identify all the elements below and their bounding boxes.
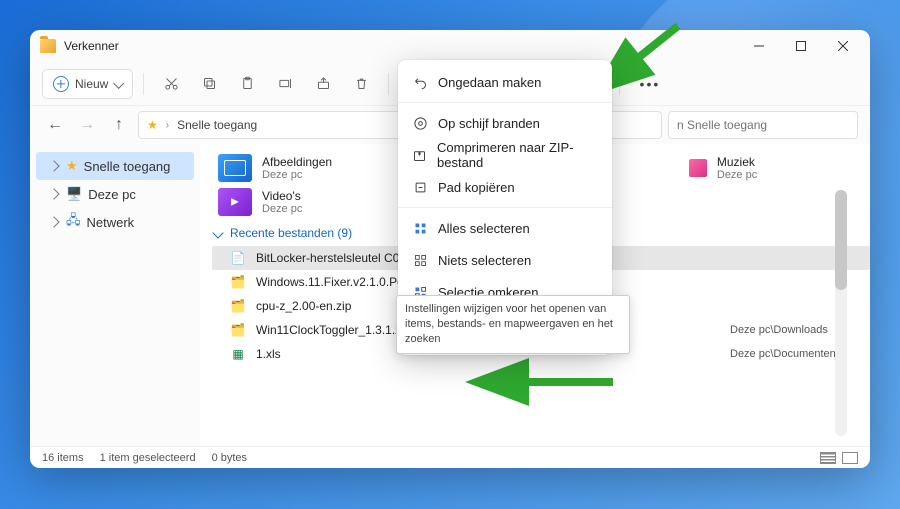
chevron-down-icon: [113, 77, 124, 88]
tooltip-text: Instellingen wijzigen voor het openen va…: [405, 303, 613, 345]
sidebar-item-network[interactable]: 🖧 Netwerk: [30, 208, 200, 236]
videos-icon: [218, 188, 252, 216]
menu-item-label: Ongedaan maken: [438, 75, 541, 90]
menu-item-select-none[interactable]: Niets selecteren: [398, 244, 612, 276]
menu-item-select-all[interactable]: Alles selecteren: [398, 212, 612, 244]
menu-item-undo[interactable]: Ongedaan maken: [398, 66, 612, 98]
excel-file-icon: ▦: [230, 346, 246, 362]
folder-item[interactable]: Afbeeldingen Deze pc: [218, 154, 399, 182]
pc-icon: 🖥️: [66, 186, 82, 202]
folder-sub: Deze pc: [262, 203, 302, 215]
sidebar-item-quick-access[interactable]: ★ Snelle toegang: [36, 152, 194, 180]
status-count: 16 items: [42, 452, 84, 464]
menu-item-label: Comprimeren naar ZIP-bestand: [437, 140, 598, 170]
new-button-label: Nieuw: [75, 77, 108, 91]
copy-path-icon: [412, 179, 428, 195]
maximize-button[interactable]: [780, 30, 822, 62]
menu-item-burn[interactable]: Op schijf branden: [398, 107, 612, 139]
menu-item-label: Alles selecteren: [438, 221, 530, 236]
status-size: 0 bytes: [212, 452, 247, 464]
highlight-arrow-icon: [608, 21, 688, 81]
folder-name: Afbeeldingen: [262, 155, 332, 169]
folder-item[interactable]: Video's Deze pc: [218, 188, 408, 216]
select-none-icon: [412, 252, 428, 268]
cut-button[interactable]: [154, 69, 188, 99]
highlight-arrow-icon: [503, 370, 623, 400]
chevron-right-icon: ›: [166, 120, 169, 131]
forward-button[interactable]: →: [74, 112, 100, 138]
titlebar: Verkenner: [30, 30, 870, 62]
file-location: Deze pc\Documenten: [730, 348, 870, 360]
chevron-right-icon: [48, 160, 59, 171]
menu-item-label: Op schijf branden: [438, 116, 540, 131]
rename-button[interactable]: [268, 69, 302, 99]
sidebar-item-label: Netwerk: [87, 215, 135, 230]
status-selected: 1 item geselecteerd: [100, 452, 196, 464]
folder-icon: [40, 39, 56, 53]
chevron-down-icon: [212, 227, 223, 238]
menu-item-compress[interactable]: Comprimeren naar ZIP-bestand: [398, 139, 612, 171]
file-location: Deze pc\Downloads: [730, 324, 870, 336]
sidebar-item-label: Snelle toegang: [84, 159, 171, 174]
breadcrumb: Snelle toegang: [177, 118, 257, 132]
chevron-right-icon: [48, 216, 59, 227]
copy-button[interactable]: [192, 69, 226, 99]
details-view-button[interactable]: [820, 452, 836, 464]
window-title: Verkenner: [64, 39, 119, 53]
folder-name: Video's: [262, 189, 302, 203]
up-button[interactable]: ↑: [106, 112, 132, 138]
menu-item-label: Pad kopiëren: [438, 180, 515, 195]
undo-icon: [412, 74, 428, 90]
menu-item-label: Niets selecteren: [438, 253, 531, 268]
chevron-right-icon: [48, 188, 59, 199]
icons-view-button[interactable]: [842, 452, 858, 464]
music-icon: [689, 159, 707, 177]
minimize-button[interactable]: [738, 30, 780, 62]
section-title: Recente bestanden (9): [230, 226, 352, 240]
folder-sub: Deze pc: [262, 169, 332, 181]
plus-icon: [53, 76, 69, 92]
network-icon: 🖧: [66, 211, 81, 233]
folder-item[interactable]: Muziek Deze pc: [689, 154, 870, 182]
new-button[interactable]: Nieuw: [42, 69, 133, 99]
pictures-icon: [218, 154, 252, 182]
delete-button[interactable]: [344, 69, 378, 99]
close-button[interactable]: [822, 30, 864, 62]
zip-file-icon: 🗂️: [230, 298, 246, 314]
tooltip: Instellingen wijzigen voor het openen va…: [396, 295, 630, 354]
share-button[interactable]: [306, 69, 340, 99]
sidebar: ★ Snelle toegang 🖥️ Deze pc 🖧 Netwerk: [30, 144, 200, 446]
zip-icon: [412, 147, 427, 163]
text-file-icon: 📄: [230, 250, 246, 266]
folder-sub: Deze pc: [717, 169, 757, 181]
zip-file-icon: 🗂️: [230, 274, 246, 290]
menu-item-copy-path[interactable]: Pad kopiëren: [398, 171, 612, 203]
scrollbar-thumb[interactable]: [835, 190, 847, 290]
back-button[interactable]: ←: [42, 112, 68, 138]
search-input[interactable]: [668, 111, 858, 139]
star-icon: ★: [66, 158, 78, 174]
folder-name: Muziek: [717, 155, 757, 169]
zip-file-icon: 🗂️: [230, 322, 246, 338]
disc-icon: [412, 115, 428, 131]
sidebar-item-label: Deze pc: [88, 187, 136, 202]
status-bar: 16 items 1 item geselecteerd 0 bytes: [30, 446, 870, 468]
star-icon: ★: [147, 118, 158, 132]
select-all-icon: [412, 220, 428, 236]
paste-button[interactable]: [230, 69, 264, 99]
sidebar-item-this-pc[interactable]: 🖥️ Deze pc: [30, 180, 200, 208]
